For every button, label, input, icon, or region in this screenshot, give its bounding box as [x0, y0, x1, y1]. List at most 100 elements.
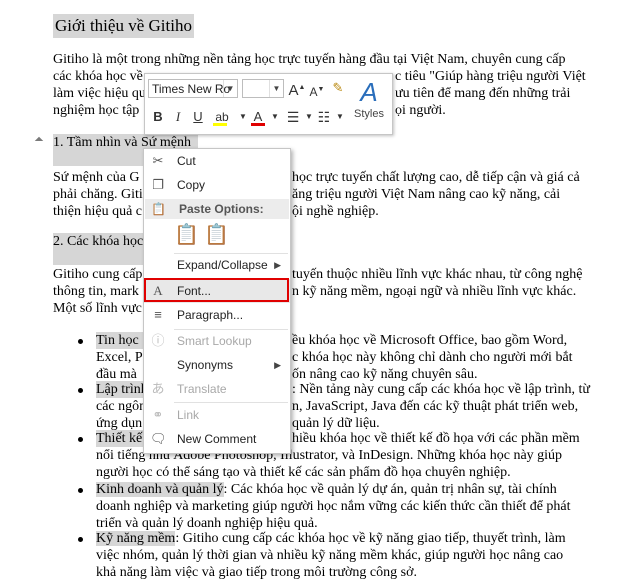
bullet-2-head: Lập trình [96, 381, 148, 398]
font-color-button[interactable]: A [249, 107, 267, 127]
collapse-triangle-icon[interactable] [34, 136, 44, 146]
menu-item-label: Copy [177, 178, 206, 192]
menu-item-paragraph[interactable]: ≡ Paragraph... [144, 303, 290, 327]
comment-icon: 🗨 [150, 431, 167, 446]
intro-line-4: nghiệm học tập [53, 103, 140, 118]
bullet-2-tail-2: n, JavaScript, Java đến các kỹ thuật phá… [292, 399, 579, 414]
menu-item-smart-lookup[interactable]: ⓘ Smart Lookup [144, 329, 290, 353]
translate-icon: あ [151, 381, 165, 396]
styles-icon: A [360, 77, 378, 107]
format-painter-icon[interactable]: ✎ [329, 78, 347, 98]
intro-line-3: làm việc hiệu qu [53, 86, 146, 101]
highlight-swatch [213, 123, 227, 126]
chevron-down-icon[interactable]: ▼ [223, 80, 237, 97]
menu-item-translate[interactable]: あ Translate [144, 377, 290, 401]
bullet-2-tail-1: : Nền tảng này cung cấp các khóa học về … [292, 382, 590, 397]
bullet-1-head: Tin học [96, 332, 144, 349]
bullet-dot [78, 388, 83, 393]
paste-keep-source-formatting-icon[interactable]: 📋 [174, 223, 199, 247]
chevron-right-icon: ▶ [274, 260, 281, 270]
bullet-4-line-1: Kinh doanh và quản lý: Các khóa học về q… [96, 481, 557, 498]
paste-keep-text-only-icon[interactable]: 📋 [204, 223, 229, 247]
bullet-2-left-2: các ngôn [96, 399, 147, 414]
highlighter-icon: ab [215, 110, 229, 124]
menu-item-cut[interactable]: ✂ Cut [144, 149, 290, 173]
copy-icon: ❐ [152, 177, 164, 192]
intro-line-1: Gitiho là một trong những nền tảng học t… [53, 52, 566, 67]
grow-font-icon: A [288, 82, 299, 99]
highlight-color-button[interactable]: ab [211, 107, 233, 127]
mission-line-1-tail: học trực tuyến chất lượng cao, dễ tiếp c… [292, 170, 580, 185]
menu-item-label: New Comment [177, 432, 257, 446]
mission-line-3-tail: ội nghề nghiệp. [292, 204, 379, 219]
bullet-1-tail-1: ều khóa học về Microsoft Office, bao gồm… [292, 333, 568, 348]
menu-item-label: Smart Lookup [177, 334, 252, 348]
bullet-1-left-2: Excel, P [96, 350, 143, 365]
menu-item-label: Cut [177, 154, 196, 168]
bullet-4-head: Kinh doanh và quản lý [96, 482, 224, 497]
menu-item-new-comment[interactable]: 🗨 New Comment [144, 427, 290, 451]
bullet-3-tail-1: hiều khóa học về thiết kế đồ họa với các… [292, 431, 580, 446]
bullet-5-head: Kỹ năng mềm [96, 531, 176, 546]
courses-line-1: Gitiho cung cấp [53, 267, 143, 282]
mini-toolbar: Times New Ro ▼ ▼ A▲ A▼ ✎ B I U ab ▼ A ▼ … [144, 73, 393, 135]
heading2-highlight-tail [53, 251, 144, 265]
paragraph-icon: ≡ [154, 307, 162, 322]
chevron-down-icon[interactable]: ▼ [269, 80, 283, 97]
intro-line-4-tail: ọi người. [395, 103, 446, 118]
heading-highlight-tail [53, 152, 144, 166]
bullet-dot [78, 488, 83, 493]
chevron-down-icon[interactable]: ▼ [266, 107, 284, 127]
bullet-dot [78, 339, 83, 344]
underline-button[interactable]: U [189, 107, 207, 127]
courses-line-2: thông tin, mark [53, 284, 139, 299]
menu-item-label: Expand/Collapse [177, 258, 268, 272]
paste-options-header: 📋 Paste Options: [145, 199, 289, 219]
intro-line-2: các khóa học về [53, 69, 143, 84]
intro-line-2-tail: c tiêu "Giúp hàng triệu người Việt [395, 69, 586, 84]
grow-font-button[interactable]: A▲ [288, 78, 306, 99]
link-icon: ⚭ [152, 407, 164, 422]
italic-button[interactable]: I [169, 107, 187, 127]
shrink-font-button[interactable]: A▼ [308, 80, 326, 100]
menu-item-label: Paragraph... [177, 308, 244, 322]
paste-options-label: Paste Options: [179, 202, 264, 216]
bullet-4-rest: : Các khóa học về quản lý dự án, quản tr… [223, 482, 557, 497]
clipboard-icon: 📋 [151, 202, 166, 216]
shrink-font-icon: A [309, 85, 318, 99]
courses-line-2-tail: n kỹ năng mềm, ngoại ngữ và nhiều lĩnh v… [292, 284, 577, 299]
styles-button[interactable]: A Styles [351, 77, 387, 129]
font-item-highlight-box [144, 278, 289, 302]
menu-item-label: Synonyms [177, 358, 234, 372]
bullet-5-line-3: khả năng làm việc và giao tiếp trong môi… [96, 565, 417, 580]
menu-item-synonyms[interactable]: Synonyms ▶ [144, 353, 290, 377]
menu-item-link[interactable]: ⚭ Link [144, 403, 290, 427]
menu-item-label: Translate [177, 382, 227, 396]
intro-line-3-tail: ưu tiên để mang đến những trải [395, 86, 571, 101]
mission-line-2: phải chăng. Giti [53, 187, 143, 202]
styles-label: Styles [354, 108, 384, 120]
menu-item-expand-collapse[interactable]: Expand/Collapse ▶ [144, 253, 290, 277]
menu-item-label: Link [177, 408, 200, 422]
bullet-dot [78, 437, 83, 442]
mission-line-3: thiện hiệu quả c [53, 204, 143, 219]
courses-line-1-tail: tuyến thuộc nhiều lĩnh vực khác nhau, từ… [292, 267, 583, 282]
menu-item-copy[interactable]: ❐ Copy [144, 173, 290, 197]
font-color-icon: A [253, 109, 263, 124]
font-name-combo[interactable]: Times New Ro ▼ [148, 79, 238, 98]
font-size-combo[interactable]: ▼ [242, 79, 284, 98]
bullet-3-line-3: người học có thể sáng tạo và thiết kế cá… [96, 465, 511, 480]
bullet-dot [78, 537, 83, 542]
font-color-swatch [251, 123, 265, 126]
smart-lookup-icon: ⓘ [151, 333, 165, 348]
mission-line-1: Sứ mệnh của G [53, 170, 140, 185]
font-name-value: Times New Ro [152, 82, 231, 96]
chevron-right-icon: ▶ [274, 360, 281, 370]
heading-courses: 2. Các khóa học [53, 233, 144, 251]
mission-line-2-tail: ăng triệu người Việt Nam nâng cao kỹ năn… [292, 187, 561, 202]
chevron-down-icon[interactable]: ▼ [331, 107, 349, 127]
courses-line-3: Một số lĩnh vực [53, 301, 142, 316]
bullet-5-line-1: Kỹ năng mềm: Gitiho cung cấp các khóa họ… [96, 530, 566, 547]
bold-button[interactable]: B [149, 107, 167, 127]
scissors-icon: ✂ [152, 153, 164, 168]
